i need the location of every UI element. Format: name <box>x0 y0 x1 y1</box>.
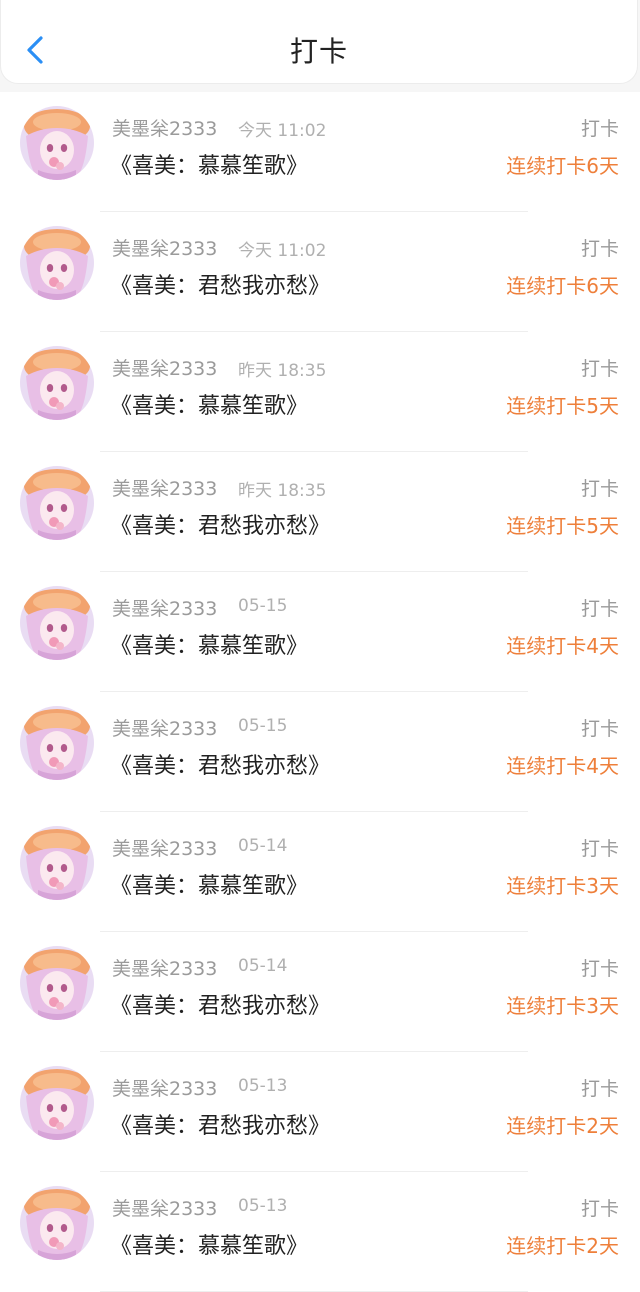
checkin-tag: 打卡 <box>580 1078 619 1100</box>
streak-count: 连续打卡4天 <box>506 754 619 778</box>
avatar[interactable] <box>20 826 94 900</box>
streak-count: 连续打卡3天 <box>506 994 619 1018</box>
username[interactable]: 美墨枀2333 <box>112 1074 217 1101</box>
checkin-tag: 打卡 <box>580 718 619 740</box>
work-title[interactable]: 《喜美：慕慕笙歌》 <box>110 628 308 660</box>
checkin-time: 05-13 <box>238 1076 288 1096</box>
streak-count: 连续打卡2天 <box>506 1234 619 1258</box>
username[interactable]: 美墨枀2333 <box>112 114 217 141</box>
checkin-tag: 打卡 <box>580 478 619 500</box>
checkin-time: 今天 11:02 <box>238 121 327 141</box>
avatar[interactable] <box>20 106 94 180</box>
checkin-item[interactable]: 美墨枀2333 05-14 《喜美：君愁我亦愁》 打卡 连续打卡3天 <box>0 932 640 1052</box>
checkin-item[interactable]: 美墨枀2333 今天 11:02 《喜美：君愁我亦愁》 打卡 连续打卡6天 <box>0 212 640 332</box>
avatar[interactable] <box>20 226 94 300</box>
checkin-time: 昨天 18:35 <box>238 361 327 381</box>
streak-count: 连续打卡2天 <box>506 1114 619 1138</box>
streak-count: 连续打卡5天 <box>506 514 619 538</box>
checkin-item[interactable]: 美墨枀2333 05-13 《喜美：君愁我亦愁》 打卡 连续打卡2天 <box>0 1052 640 1172</box>
checkin-item[interactable]: 美墨枀2333 05-15 《喜美：君愁我亦愁》 打卡 连续打卡4天 <box>0 692 640 812</box>
username[interactable]: 美墨枀2333 <box>112 714 217 741</box>
checkin-item[interactable]: 美墨枀2333 05-15 《喜美：慕慕笙歌》 打卡 连续打卡4天 <box>0 572 640 692</box>
checkin-time: 今天 11:02 <box>238 241 327 261</box>
checkin-item[interactable]: 美墨枀2333 05-13 《喜美：慕慕笙歌》 打卡 连续打卡2天 <box>0 1172 640 1292</box>
avatar[interactable] <box>20 946 94 1020</box>
checkin-list: 美墨枀2333 今天 11:02 《喜美：慕慕笙歌》 打卡 连续打卡6天 美墨枀… <box>0 92 640 1292</box>
username[interactable]: 美墨枀2333 <box>112 474 217 501</box>
streak-count: 连续打卡5天 <box>506 394 619 418</box>
work-title[interactable]: 《喜美：慕慕笙歌》 <box>110 148 308 180</box>
work-title[interactable]: 《喜美：君愁我亦愁》 <box>110 508 330 540</box>
avatar[interactable] <box>20 466 94 540</box>
checkin-tag: 打卡 <box>580 598 619 620</box>
streak-count: 连续打卡6天 <box>506 154 619 178</box>
checkin-time: 05-14 <box>238 836 288 856</box>
avatar[interactable] <box>20 706 94 780</box>
checkin-item[interactable]: 美墨枀2333 昨天 18:35 《喜美：慕慕笙歌》 打卡 连续打卡5天 <box>0 332 640 452</box>
username[interactable]: 美墨枀2333 <box>112 834 217 861</box>
checkin-time: 05-14 <box>238 956 288 976</box>
checkin-time: 昨天 18:35 <box>238 481 327 501</box>
work-title[interactable]: 《喜美：君愁我亦愁》 <box>110 748 330 780</box>
streak-count: 连续打卡4天 <box>506 634 619 658</box>
checkin-tag: 打卡 <box>580 958 619 980</box>
checkin-item[interactable]: 美墨枀2333 05-14 《喜美：慕慕笙歌》 打卡 连续打卡3天 <box>0 812 640 932</box>
work-title[interactable]: 《喜美：慕慕笙歌》 <box>110 1228 308 1260</box>
work-title[interactable]: 《喜美：慕慕笙歌》 <box>110 388 308 420</box>
work-title[interactable]: 《喜美：君愁我亦愁》 <box>110 268 330 300</box>
streak-count: 连续打卡3天 <box>506 874 619 898</box>
username[interactable]: 美墨枀2333 <box>112 594 217 621</box>
username[interactable]: 美墨枀2333 <box>112 234 217 261</box>
checkin-item[interactable]: 美墨枀2333 昨天 18:35 《喜美：君愁我亦愁》 打卡 连续打卡5天 <box>0 452 640 572</box>
checkin-tag: 打卡 <box>580 238 619 260</box>
checkin-tag: 打卡 <box>580 358 619 380</box>
checkin-time: 05-13 <box>238 1196 288 1216</box>
streak-count: 连续打卡6天 <box>506 274 619 298</box>
top-nav-bar: 打卡 <box>0 0 638 84</box>
checkin-tag: 打卡 <box>580 838 619 860</box>
avatar[interactable] <box>20 586 94 660</box>
checkin-time: 05-15 <box>238 716 288 736</box>
checkin-tag: 打卡 <box>580 1198 619 1220</box>
username[interactable]: 美墨枀2333 <box>112 954 217 981</box>
checkin-time: 05-15 <box>238 596 288 616</box>
avatar[interactable] <box>20 346 94 420</box>
work-title[interactable]: 《喜美：君愁我亦愁》 <box>110 1108 330 1140</box>
username[interactable]: 美墨枀2333 <box>112 354 217 381</box>
page-title: 打卡 <box>289 35 348 68</box>
work-title[interactable]: 《喜美：慕慕笙歌》 <box>110 868 308 900</box>
username[interactable]: 美墨枀2333 <box>112 1194 217 1221</box>
checkin-item[interactable]: 美墨枀2333 今天 11:02 《喜美：慕慕笙歌》 打卡 连续打卡6天 <box>0 92 640 212</box>
work-title[interactable]: 《喜美：君愁我亦愁》 <box>110 988 330 1020</box>
checkin-tag: 打卡 <box>580 118 619 140</box>
avatar[interactable] <box>20 1066 94 1140</box>
avatar[interactable] <box>20 1186 94 1260</box>
